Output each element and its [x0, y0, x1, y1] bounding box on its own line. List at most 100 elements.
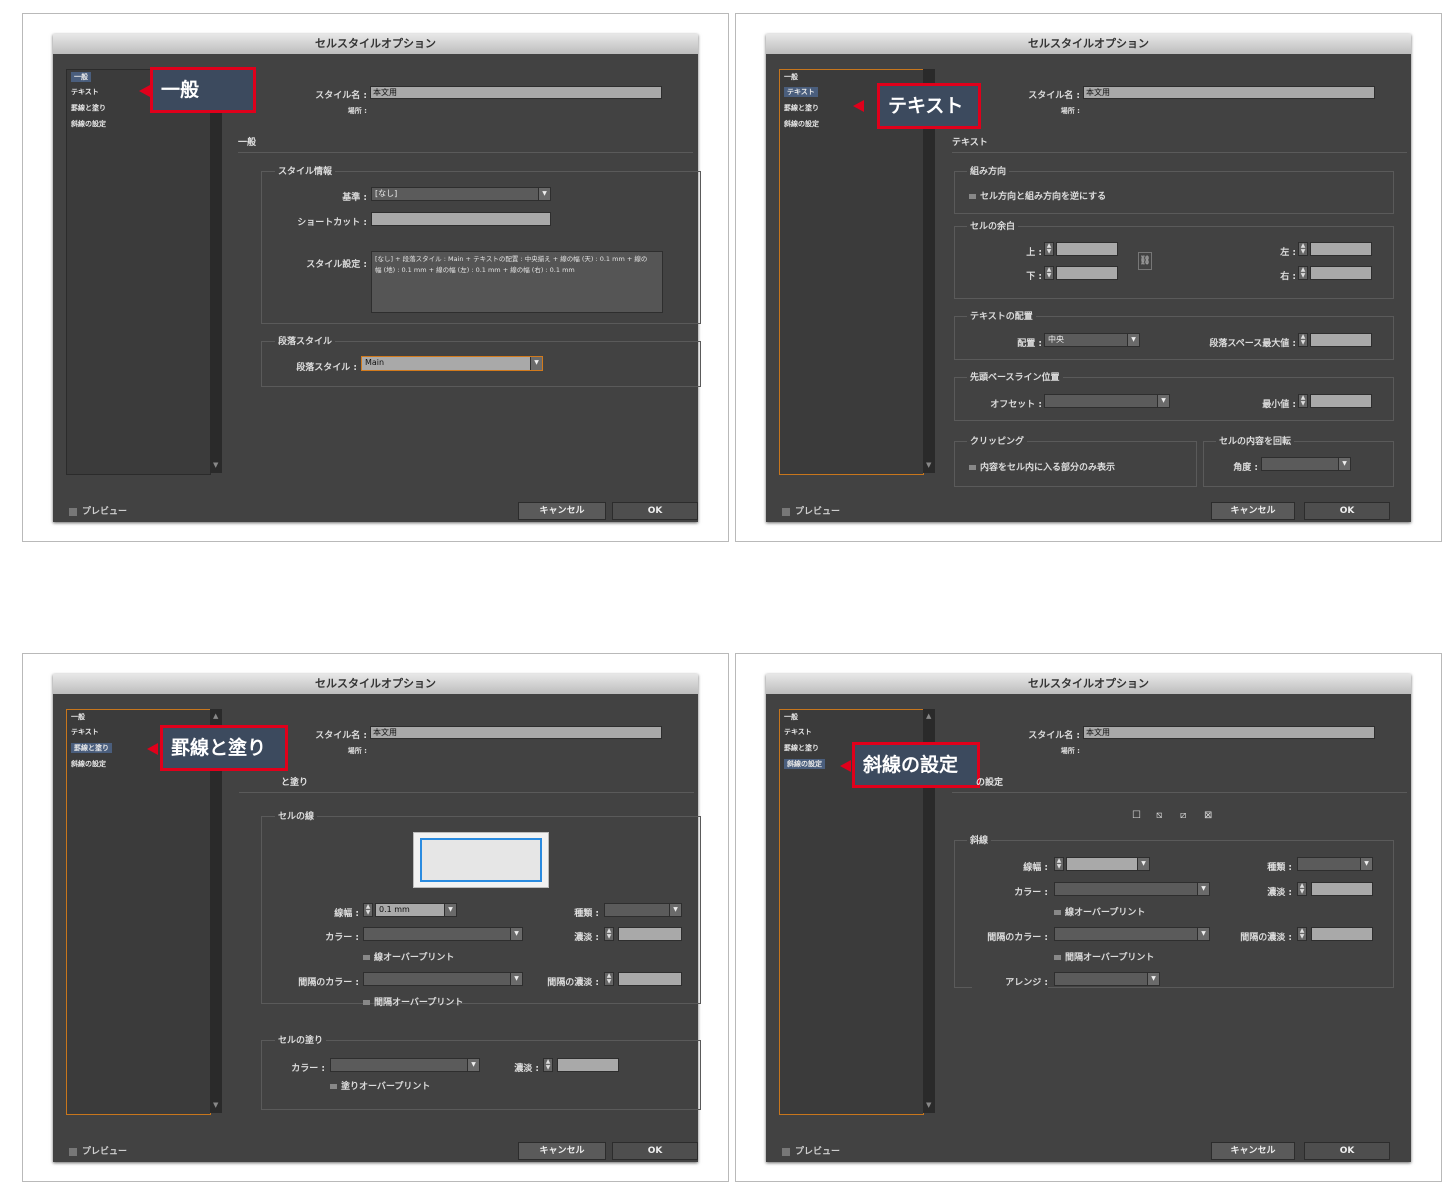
- scroll-down-icon[interactable]: ▼: [213, 461, 218, 469]
- scroll-down-icon[interactable]: ▼: [926, 1101, 931, 1109]
- gap-tint-stepper[interactable]: ▲ ▼: [1297, 927, 1307, 941]
- gap-color-select[interactable]: ▼: [363, 972, 523, 986]
- scroll-down-icon[interactable]: ▼: [213, 1101, 218, 1109]
- ok-button[interactable]: OK: [1304, 502, 1390, 520]
- tint-label: 濃淡 :: [1267, 888, 1292, 898]
- preview-checkbox[interactable]: プレビュー: [782, 504, 840, 517]
- cell-fill-group: [261, 1040, 701, 1110]
- checkbox-icon: [363, 1000, 370, 1005]
- fill-color-select[interactable]: ▼: [330, 1058, 480, 1072]
- angle-select[interactable]: ▼: [1261, 457, 1351, 471]
- preview-checkbox[interactable]: プレビュー: [782, 1144, 840, 1157]
- nav-strokes-fills[interactable]: 罫線と塗り: [71, 103, 106, 113]
- style-name-input[interactable]: 本文用: [1083, 86, 1375, 99]
- overprint-gap-checkbox[interactable]: 間隔オーバープリント: [363, 995, 463, 1008]
- clip-checkbox[interactable]: 内容をセル内に入る部分のみ表示: [969, 460, 1115, 473]
- nav-diagonal[interactable]: 斜線の設定: [784, 759, 825, 769]
- paragraph-spacing-input[interactable]: [1310, 333, 1372, 347]
- location-label: 場所 :: [347, 747, 367, 755]
- alignment-select[interactable]: 中央 ▼: [1044, 333, 1140, 347]
- scroll-up-icon[interactable]: ▲: [213, 712, 218, 720]
- fill-tint-input[interactable]: [557, 1058, 619, 1072]
- inset-left-input[interactable]: [1310, 242, 1372, 256]
- arrange-select[interactable]: ▼: [1054, 972, 1160, 986]
- nav-general[interactable]: 一般: [71, 712, 85, 722]
- color-select[interactable]: ▼: [1054, 882, 1210, 896]
- scroll-up-icon[interactable]: ▲: [926, 712, 931, 720]
- reverse-direction-checkbox[interactable]: セル方向と組み方向を逆にする: [969, 189, 1106, 202]
- overprint-stroke-checkbox[interactable]: 線オーバープリント: [363, 950, 454, 963]
- nav-diagonal[interactable]: 斜線の設定: [71, 759, 106, 769]
- overprint-fill-checkbox[interactable]: 塗りオーバープリント: [330, 1079, 430, 1092]
- nav-diagonal[interactable]: 斜線の設定: [71, 119, 106, 129]
- weight-select[interactable]: 0.1 mm ▼: [375, 903, 457, 917]
- inset-right-input[interactable]: [1310, 266, 1372, 280]
- nav-text[interactable]: テキスト: [784, 727, 812, 737]
- weight-stepper[interactable]: ▲ ▼: [363, 903, 373, 917]
- color-select[interactable]: ▼: [363, 927, 523, 941]
- inset-right-stepper[interactable]: ▲ ▼: [1298, 266, 1308, 280]
- cancel-button[interactable]: キャンセル: [1211, 1142, 1295, 1160]
- tint-input[interactable]: [618, 927, 682, 941]
- cell-stroke-title: セルの線: [275, 809, 318, 822]
- inset-top-input[interactable]: [1056, 242, 1118, 256]
- nav-text[interactable]: テキスト: [71, 87, 99, 97]
- based-on-select[interactable]: [なし] ▼: [371, 187, 551, 201]
- nav-general[interactable]: 一般: [71, 72, 91, 82]
- fill-tint-stepper[interactable]: ▲ ▼: [543, 1058, 553, 1072]
- gap-tint-stepper[interactable]: ▲ ▼: [604, 972, 614, 986]
- inset-top-stepper[interactable]: ▲ ▼: [1044, 242, 1054, 256]
- category-scrollbar[interactable]: ▼: [923, 69, 935, 473]
- diagonal-cross-icon[interactable]: ⊠: [1204, 810, 1212, 821]
- preview-checkbox[interactable]: プレビュー: [69, 504, 127, 517]
- tint-input[interactable]: [1311, 882, 1373, 896]
- style-name-input[interactable]: 本文用: [1083, 726, 1375, 739]
- ok-button[interactable]: OK: [1304, 1142, 1390, 1160]
- preview-checkbox[interactable]: プレビュー: [69, 1144, 127, 1157]
- cancel-button[interactable]: キャンセル: [518, 502, 606, 520]
- style-name-label: スタイル名 :: [315, 731, 367, 741]
- cancel-button[interactable]: キャンセル: [1211, 502, 1295, 520]
- nav-general[interactable]: 一般: [784, 72, 798, 82]
- cancel-button[interactable]: キャンセル: [518, 1142, 606, 1160]
- weight-stepper[interactable]: ▲ ▼: [1054, 857, 1064, 871]
- stroke-proxy-preview[interactable]: [413, 832, 549, 888]
- nav-strokes-fills[interactable]: 罫線と塗り: [784, 103, 819, 113]
- overprint-gap-checkbox[interactable]: 間隔オーバープリント: [1054, 950, 1154, 963]
- nav-diagonal[interactable]: 斜線の設定: [784, 119, 819, 129]
- nav-text[interactable]: テキスト: [71, 727, 99, 737]
- paragraph-spacing-stepper[interactable]: ▲ ▼: [1298, 333, 1308, 347]
- tint-stepper[interactable]: ▲ ▼: [1297, 882, 1307, 896]
- inset-bottom-input[interactable]: [1056, 266, 1118, 280]
- ok-button[interactable]: OK: [612, 1142, 698, 1160]
- offset-select[interactable]: ▼: [1044, 394, 1170, 408]
- style-name-input[interactable]: 本文用: [370, 726, 662, 739]
- category-scrollbar[interactable]: ▼: [210, 69, 222, 473]
- nav-text[interactable]: テキスト: [784, 87, 818, 97]
- min-input[interactable]: [1310, 394, 1372, 408]
- nav-general[interactable]: 一般: [784, 712, 798, 722]
- ok-button[interactable]: OK: [612, 502, 698, 520]
- tint-stepper[interactable]: ▲ ▼: [604, 927, 614, 941]
- overprint-stroke-checkbox[interactable]: 線オーバープリント: [1054, 905, 1145, 918]
- alignment-label: 配置 :: [1017, 339, 1042, 349]
- inset-left-stepper[interactable]: ▲ ▼: [1298, 242, 1308, 256]
- scroll-down-icon[interactable]: ▼: [926, 461, 931, 469]
- type-select[interactable]: ▼: [604, 903, 682, 917]
- gap-tint-input[interactable]: [1311, 927, 1373, 941]
- diagonal-down-icon[interactable]: ⧅: [1156, 810, 1162, 821]
- min-stepper[interactable]: ▲ ▼: [1298, 394, 1308, 408]
- shortcut-input[interactable]: [371, 212, 551, 226]
- no-diagonal-icon[interactable]: ☐: [1132, 810, 1141, 821]
- weight-select[interactable]: ▼: [1066, 857, 1150, 871]
- nav-strokes-fills[interactable]: 罫線と塗り: [784, 743, 819, 753]
- chain-link-icon[interactable]: ⛓: [1138, 252, 1152, 270]
- inset-bottom-stepper[interactable]: ▲ ▼: [1044, 266, 1054, 280]
- style-name-input[interactable]: 本文用: [370, 86, 662, 99]
- nav-strokes-fills[interactable]: 罫線と塗り: [71, 743, 112, 753]
- gap-tint-input[interactable]: [618, 972, 682, 986]
- gap-color-select[interactable]: ▼: [1054, 927, 1210, 941]
- diagonal-up-icon[interactable]: ⧄: [1180, 810, 1186, 821]
- type-select[interactable]: ▼: [1297, 857, 1373, 871]
- paragraph-style-select[interactable]: Main ▼: [361, 356, 543, 371]
